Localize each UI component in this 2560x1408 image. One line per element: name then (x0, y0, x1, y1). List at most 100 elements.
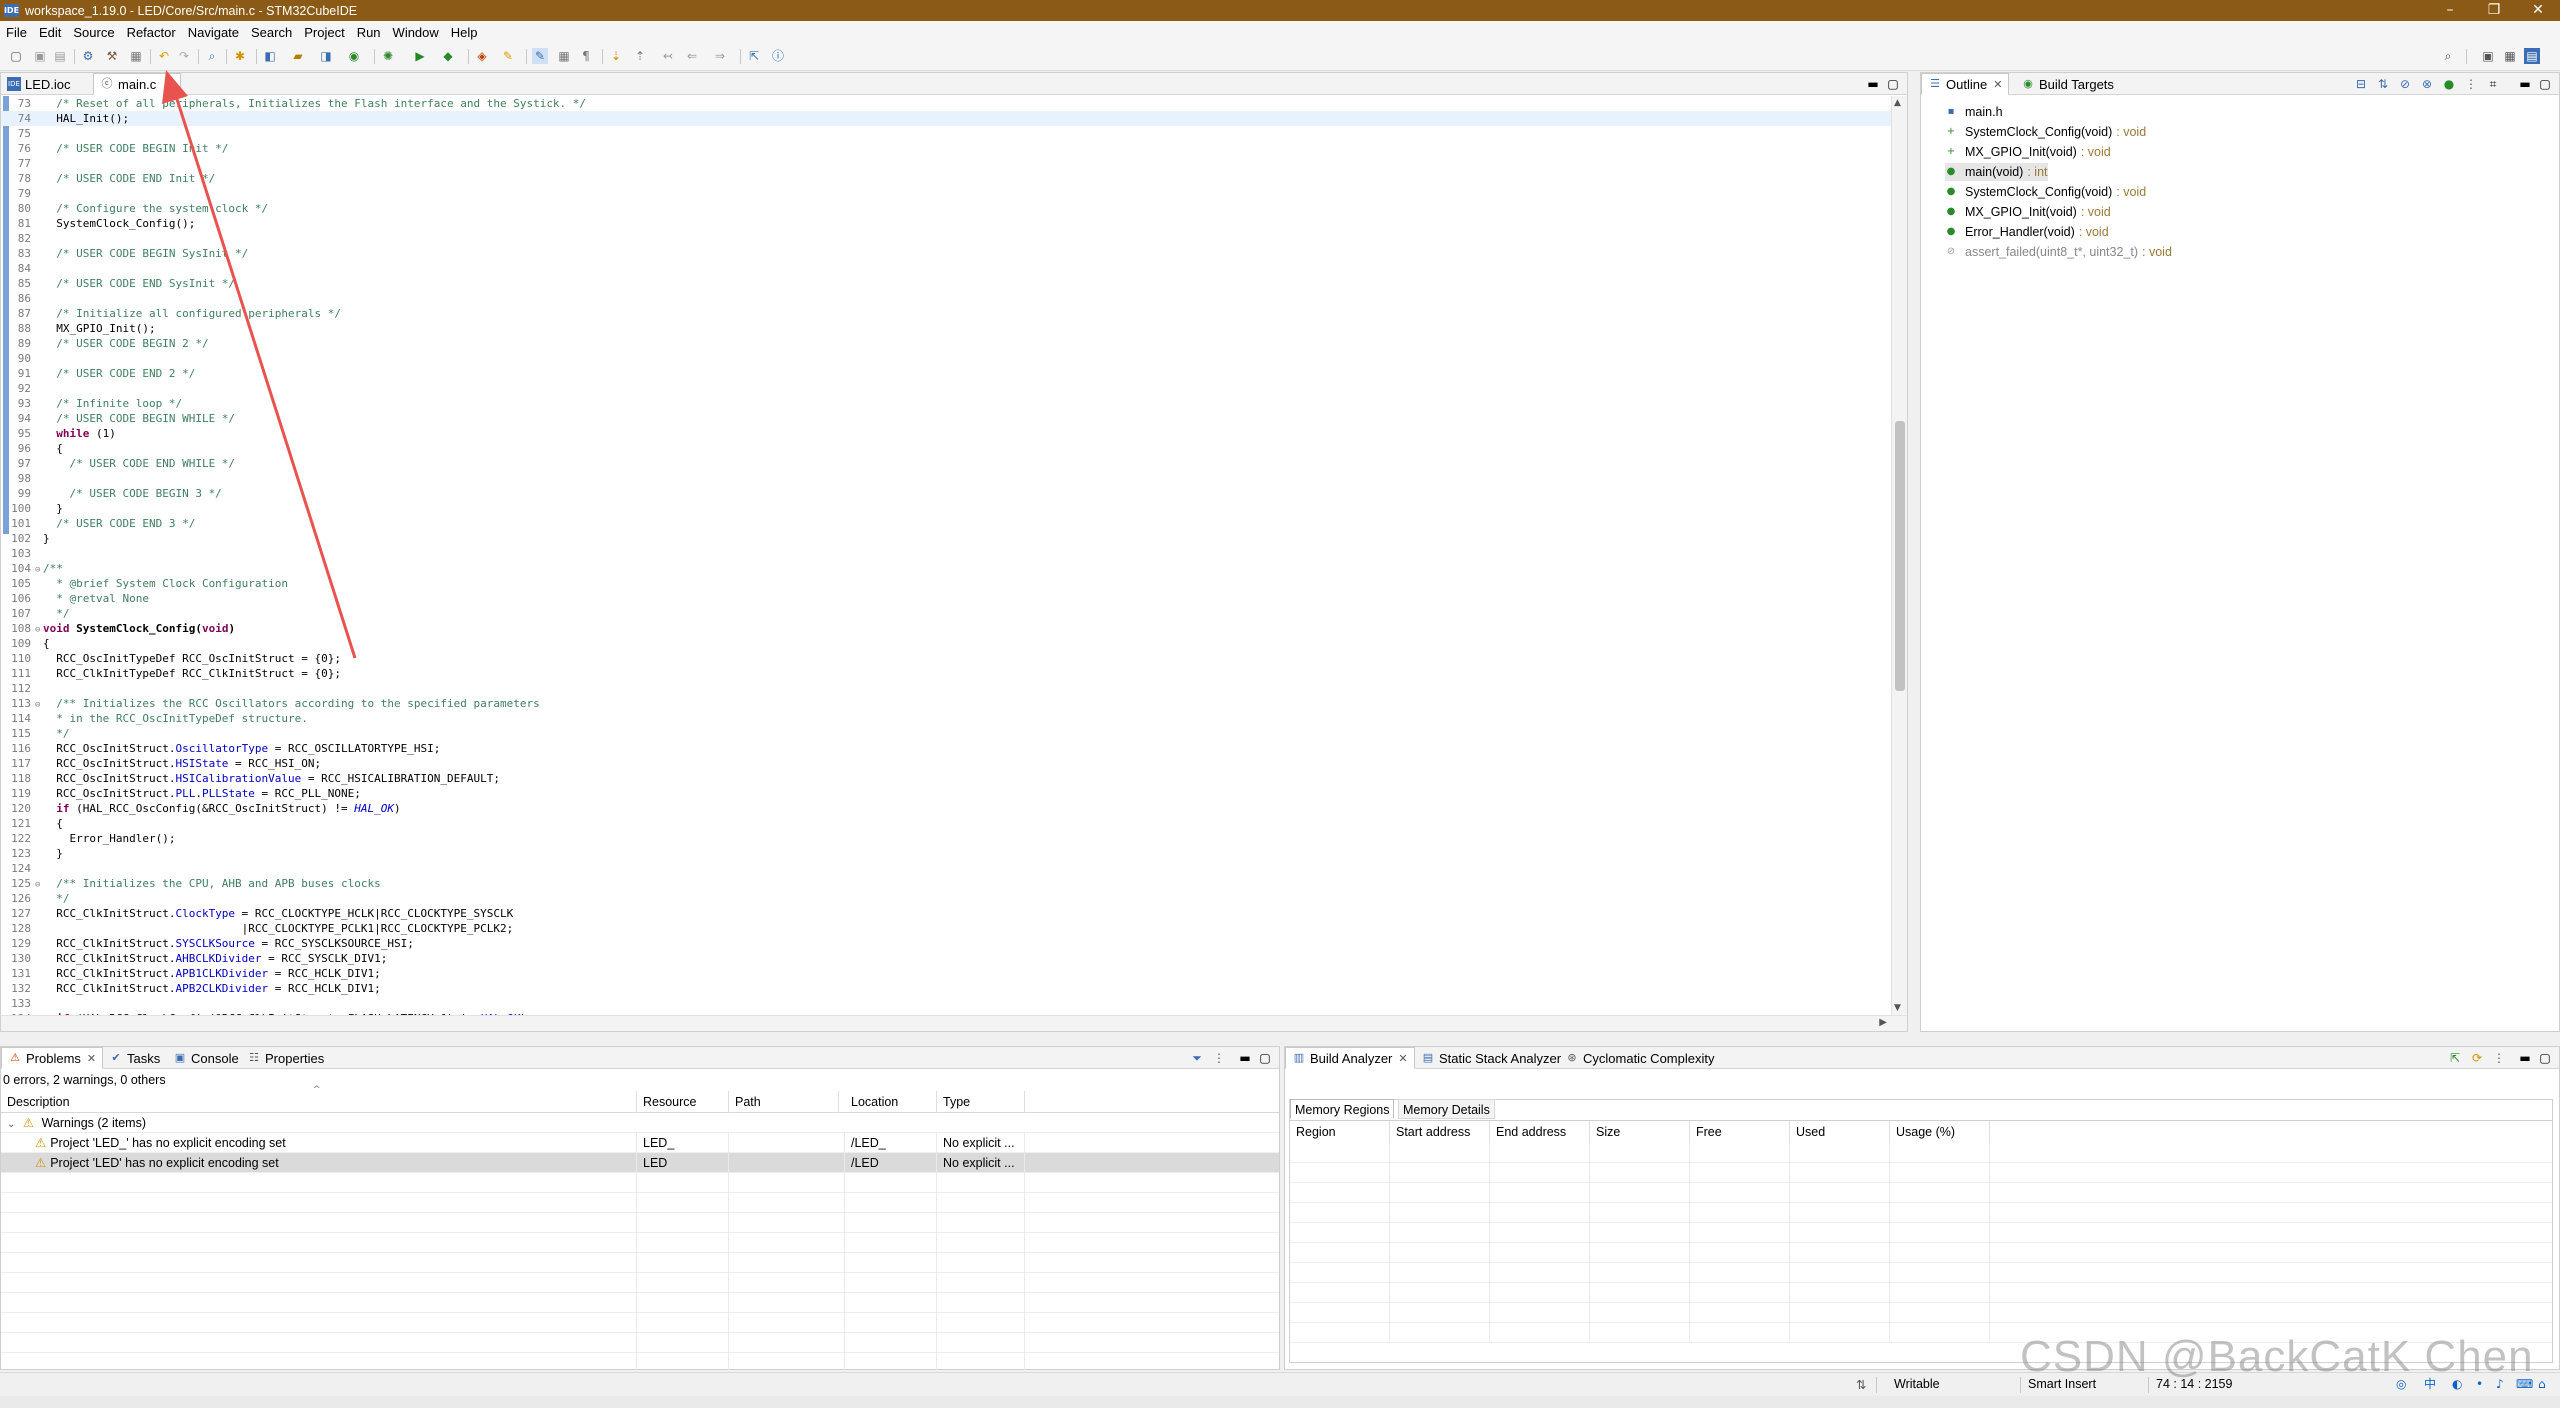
code-line[interactable]: 75 (1, 126, 1891, 141)
code-line[interactable]: 111 RCC_ClkInitTypeDef RCC_ClkInitStruct… (1, 666, 1891, 681)
column-resource[interactable]: Resource (637, 1091, 729, 1113)
code-line[interactable]: 118 RCC_OscInitStruct.HSICalibrationValu… (1, 771, 1891, 786)
scroll-right-icon[interactable]: ▶ (1879, 1017, 1887, 1028)
code-line[interactable]: 84 (1, 261, 1891, 276)
link-editor-icon[interactable]: ⌗ (2485, 76, 2501, 92)
prev-annotation-icon[interactable]: ⇡ (632, 48, 648, 64)
column-start-address[interactable]: Start address (1390, 1121, 1490, 1143)
debug-run-icon[interactable]: ✺ (380, 48, 396, 64)
code-line[interactable]: 126 */ (1, 891, 1891, 906)
sync-icon[interactable]: ⇅ (1856, 1377, 1866, 1392)
outline-item[interactable]: ● SystemClock_Config(void): void (1945, 183, 2147, 201)
code-line[interactable]: 108 ⊖ void SystemClock_Config(void) (1, 621, 1891, 636)
toggle-block-icon[interactable]: ▦ (556, 48, 572, 64)
code-line[interactable]: 77 (1, 156, 1891, 171)
network-icon[interactable]: ⌂ (2538, 1374, 2546, 1394)
code-line[interactable]: 73 /* Reset of all peripherals, Initiali… (1, 96, 1891, 111)
back-icon[interactable]: ⇐ (684, 48, 700, 64)
outline-item[interactable]: ● MX_GPIO_Init(void): void (1945, 203, 2111, 221)
outline-item[interactable]: + MX_GPIO_Init(void): void (1945, 143, 2111, 161)
chevron-down-icon[interactable]: ⌄ (7, 1119, 15, 1130)
minimize-view-icon[interactable]: ▬ (2517, 1050, 2533, 1066)
task-icon[interactable]: ✎ (500, 48, 516, 64)
show-whitespace-icon[interactable]: ¶ (578, 48, 594, 64)
pin-editor-icon[interactable]: ⇱ (746, 48, 762, 64)
minimize-button[interactable]: – (2428, 0, 2472, 21)
code-line[interactable]: 97 /* USER CODE END WHILE */ (1, 456, 1891, 471)
maximize-view-icon[interactable]: ▢ (1257, 1050, 1273, 1066)
code-line[interactable]: 74 HAL_Init(); (1, 111, 1891, 126)
tab-build-targets[interactable]: ◉ Build Targets (2015, 73, 2120, 95)
code-line[interactable]: 106 * @retval None (1, 591, 1891, 606)
minimize-view-icon[interactable]: ▬ (2517, 76, 2533, 92)
tab-static-stack-analyzer[interactable]: ▤ Static Stack Analyzer (1415, 1047, 1567, 1069)
column-end-address[interactable]: End address (1490, 1121, 1590, 1143)
code-line[interactable]: 122 Error_Handler(); (1, 831, 1891, 846)
external-tools-icon[interactable]: ◆ (440, 48, 456, 64)
new-icon[interactable]: ▢ (8, 48, 24, 64)
sort-icon[interactable]: ⇅ (2375, 76, 2391, 92)
code-line[interactable]: 103 (1, 546, 1891, 561)
code-line[interactable]: 115 */ (1, 726, 1891, 741)
menu-run[interactable]: Run (351, 25, 387, 40)
last-edit-icon[interactable]: ↢ (660, 48, 676, 64)
code-line[interactable]: 96 { (1, 441, 1891, 456)
scroll-up-icon[interactable]: ▲ (1894, 98, 1901, 108)
code-line[interactable]: 79 (1, 186, 1891, 201)
view-menu-icon[interactable]: ⋮ (2463, 76, 2479, 92)
code-line[interactable]: 78 /* USER CODE END Init */ (1, 171, 1891, 186)
scroll-down-icon[interactable]: ▼ (1894, 1003, 1901, 1013)
search-icon[interactable]: ⌕ (2440, 48, 2456, 64)
filter-icon[interactable]: ⏷ (1189, 1050, 1205, 1066)
code-line[interactable]: 117 RCC_OscInitStruct.HSIState = RCC_HSI… (1, 756, 1891, 771)
minimize-view-icon[interactable]: ▬ (1237, 1050, 1253, 1066)
code-line[interactable]: 85 /* USER CODE END SysInit */ (1, 276, 1891, 291)
save-icon[interactable]: ▣ (32, 48, 48, 64)
code-line[interactable]: 124 (1, 861, 1891, 876)
outline-item[interactable]: ● main(void): int (1945, 163, 2048, 181)
redo-icon[interactable]: ↷ (176, 48, 192, 64)
tab-build-analyzer[interactable]: ▥ Build Analyzer ✕ (1285, 1047, 1415, 1069)
code-line[interactable]: 86 (1, 291, 1891, 306)
tab-cyclomatic-complexity[interactable]: ⊛ Cyclomatic Complexity (1559, 1047, 1720, 1069)
menu-refactor[interactable]: Refactor (121, 25, 182, 40)
forward-icon[interactable]: ⇒ (712, 48, 728, 64)
tab-console[interactable]: ▣ Console (167, 1047, 245, 1069)
code-line[interactable]: 123 } (1, 846, 1891, 861)
code-line[interactable]: 128 |RCC_CLOCKTYPE_PCLK1|RCC_CLOCKTYPE_P… (1, 921, 1891, 936)
tab-outline[interactable]: ☰ Outline ✕ (1921, 73, 2010, 95)
code-line[interactable]: 87 /* Initialize all configured peripher… (1, 306, 1891, 321)
tab-tasks[interactable]: ✔ Tasks (103, 1047, 166, 1069)
table-row[interactable]: ⚠ Project 'LED_' has no explicit encoding… (1, 1133, 1279, 1153)
save-all-icon[interactable]: ▤ (52, 48, 68, 64)
code-line[interactable]: 129 RCC_ClkInitStruct.SYSCLKSource = RCC… (1, 936, 1891, 951)
code-line[interactable]: 112 (1, 681, 1891, 696)
code-line[interactable]: 100 } (1, 501, 1891, 516)
perspective-icon[interactable]: ▣ (2480, 48, 2496, 64)
column-path[interactable]: Path (729, 1091, 839, 1113)
maximize-view-icon[interactable]: ▢ (2537, 1050, 2553, 1066)
code-line[interactable]: 83 /* USER CODE BEGIN SysInit */ (1, 246, 1891, 261)
cubemx-perspective-icon[interactable]: ▤ (2524, 48, 2540, 64)
warnings-group-row[interactable]: ⌄ ⚠ Warnings (2 items) (1, 1113, 1279, 1133)
column-region[interactable]: Region (1290, 1121, 1390, 1143)
code-line[interactable]: 130 RCC_ClkInitStruct.AHBCLKDivider = RC… (1, 951, 1891, 966)
code-line[interactable]: 105 * @brief System Clock Configuration (1, 576, 1891, 591)
outline-item[interactable]: ▪ main.h (1945, 103, 2007, 121)
code-line[interactable]: 88 MX_GPIO_Init(); (1, 321, 1891, 336)
code-line[interactable]: 121 { (1, 816, 1891, 831)
menu-file[interactable]: File (0, 25, 33, 40)
open-folder-icon[interactable]: ▰ (290, 48, 306, 64)
tab-main-c[interactable]: ⓒ main.c ✕ (93, 73, 181, 95)
code-line[interactable]: 95 while (1) (1, 426, 1891, 441)
code-line[interactable]: 94 /* USER CODE BEGIN WHILE */ (1, 411, 1891, 426)
code-line[interactable]: 80 /* Configure the system clock */ (1, 201, 1891, 216)
close-button[interactable]: ✕ (2516, 0, 2560, 21)
hide-fields-icon[interactable]: ⊘ (2397, 76, 2413, 92)
code-line[interactable]: 93 /* Infinite loop */ (1, 396, 1891, 411)
editor-vertical-scrollbar[interactable]: ▲ ▼ (1891, 96, 1907, 1015)
code-line[interactable]: 98 (1, 471, 1891, 486)
code-line[interactable]: 91 /* USER CODE END 2 */ (1, 366, 1891, 381)
tab-led-ioc[interactable]: IDE LED.ioc (1, 73, 77, 95)
code-line[interactable]: 102} (1, 531, 1891, 546)
